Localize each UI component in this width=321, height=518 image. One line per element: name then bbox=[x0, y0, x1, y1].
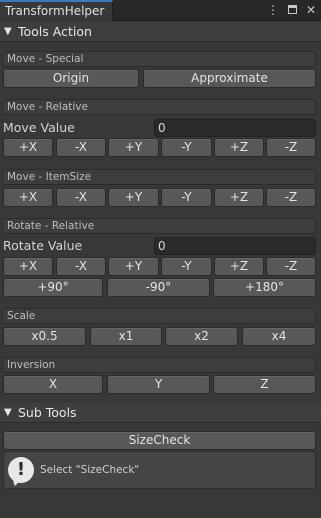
move-minus-x-button[interactable]: -X bbox=[56, 138, 106, 157]
rotate-plus-90-button[interactable]: +90° bbox=[3, 278, 103, 297]
rotate-value-label: Rotate Value bbox=[3, 238, 83, 253]
move-value-label: Move Value bbox=[3, 120, 75, 135]
editor-tab-bar: TransformHelper ⋮ ✕ bbox=[0, 0, 321, 21]
move-value-field[interactable]: 0 bbox=[154, 119, 316, 137]
inversion-x-button[interactable]: X bbox=[3, 375, 103, 394]
rotate-plus-y-button[interactable]: +Y bbox=[108, 257, 159, 276]
scale-x4-button[interactable]: x4 bbox=[242, 327, 316, 346]
kebab-menu-icon[interactable]: ⋮ bbox=[267, 3, 279, 17]
foldout-expanded-icon: ▼ bbox=[4, 26, 12, 37]
help-box: ! Select "SizeCheck" bbox=[3, 451, 316, 489]
tools-action-label: Tools Action bbox=[18, 24, 92, 39]
tab-transform-helper[interactable]: TransformHelper bbox=[0, 0, 113, 21]
rotate-minus-z-button[interactable]: -Z bbox=[266, 257, 316, 276]
maximize-icon[interactable] bbox=[286, 3, 298, 17]
inversion-header: Inversion bbox=[2, 357, 316, 373]
origin-button[interactable]: Origin bbox=[3, 69, 139, 88]
size-check-button[interactable]: SizeCheck bbox=[3, 431, 316, 450]
scale-x1-button[interactable]: x1 bbox=[90, 327, 162, 346]
window-controls: ⋮ ✕ bbox=[267, 2, 317, 18]
sub-tools-foldout[interactable]: ▼ Sub Tools bbox=[0, 403, 321, 423]
scale-x2-button[interactable]: x2 bbox=[165, 327, 238, 346]
itemsize-minus-z-button[interactable]: -Z bbox=[266, 188, 316, 207]
move-minus-y-button[interactable]: -Y bbox=[161, 138, 212, 157]
itemsize-minus-x-button[interactable]: -X bbox=[56, 188, 106, 207]
rotate-relative-header: Rotate - Relative bbox=[2, 218, 316, 234]
close-icon[interactable]: ✕ bbox=[305, 3, 317, 17]
approximate-button[interactable]: Approximate bbox=[143, 69, 316, 88]
itemsize-plus-x-button[interactable]: +X bbox=[3, 188, 53, 207]
rotate-plus-x-button[interactable]: +X bbox=[3, 257, 53, 276]
rotate-minus-90-button[interactable]: -90° bbox=[107, 278, 210, 297]
rotate-plus-180-button[interactable]: +180° bbox=[213, 278, 316, 297]
scale-header: Scale bbox=[2, 308, 316, 324]
help-text: Select "SizeCheck" bbox=[40, 464, 140, 476]
move-relative-header: Move - Relative bbox=[2, 99, 316, 115]
foldout-expanded-icon: ▼ bbox=[4, 407, 12, 418]
move-plus-z-button[interactable]: +Z bbox=[214, 138, 264, 157]
inversion-y-button[interactable]: Y bbox=[107, 375, 210, 394]
move-minus-z-button[interactable]: -Z bbox=[266, 138, 316, 157]
sub-tools-label: Sub Tools bbox=[18, 405, 77, 420]
rotate-plus-z-button[interactable]: +Z bbox=[214, 257, 264, 276]
itemsize-minus-y-button[interactable]: -Y bbox=[161, 188, 212, 207]
move-plus-x-button[interactable]: +X bbox=[3, 138, 53, 157]
tools-action-foldout[interactable]: ▼ Tools Action bbox=[0, 22, 321, 42]
rotate-minus-y-button[interactable]: -Y bbox=[161, 257, 212, 276]
rotate-minus-x-button[interactable]: -X bbox=[56, 257, 106, 276]
itemsize-plus-z-button[interactable]: +Z bbox=[214, 188, 264, 207]
move-special-header: Move - Special bbox=[2, 51, 316, 67]
info-speech-bubble-icon: ! bbox=[8, 457, 34, 483]
scale-x0-5-button[interactable]: x0.5 bbox=[3, 327, 86, 346]
itemsize-plus-y-button[interactable]: +Y bbox=[108, 188, 159, 207]
move-itemsize-header: Move - ItemSize bbox=[2, 169, 316, 185]
inversion-z-button[interactable]: Z bbox=[213, 375, 316, 394]
move-plus-y-button[interactable]: +Y bbox=[108, 138, 159, 157]
rotate-value-field[interactable]: 0 bbox=[154, 237, 316, 255]
